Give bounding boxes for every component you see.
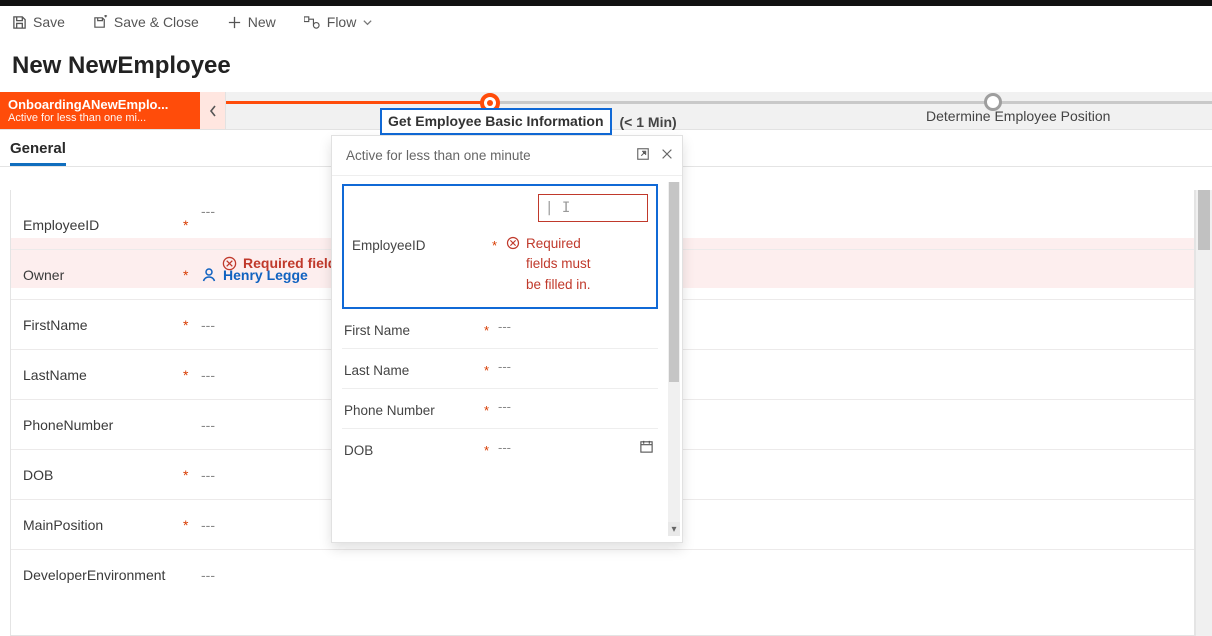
field-label: MainPosition [23,517,183,533]
flyout-body: | I EmployeeID * Required fields must be… [332,176,682,542]
flyout-header: Active for less than one minute [332,136,682,176]
field-label: DOB [23,467,183,483]
bpf-process-header[interactable]: OnboardingANewEmplo... Active for less t… [0,92,200,129]
error-icon [506,236,520,250]
new-button[interactable]: New [227,14,276,30]
owner-name: Henry Legge [223,267,308,283]
required-marker: * [484,319,498,338]
field-label: EmployeeID [23,217,183,233]
fly-dob[interactable]: DOB * --- [342,429,658,468]
flow-button[interactable]: Flow [304,14,374,30]
field-label: Owner [23,267,183,283]
bpf-stage-2[interactable]: Determine Employee Position [926,108,1110,124]
required-marker: * [183,467,201,483]
save-button[interactable]: Save [12,14,65,30]
field-label: Last Name [344,359,484,378]
field-label: LastName [23,367,183,383]
required-marker: * [484,439,498,458]
bpf-collapse-button[interactable] [200,92,226,129]
save-label: Save [33,14,65,30]
required-marker: * [492,234,506,253]
save-close-icon [93,15,108,30]
required-marker: * [183,517,201,533]
validation-error: Required fields must be filled in. [506,234,591,295]
flyout-highlighted-field: | I EmployeeID * Required fields must be… [342,184,658,309]
field-label: DeveloperEnvironment [23,567,183,584]
required-marker: * [484,359,498,378]
fly-first-name[interactable]: First Name * --- [342,309,658,349]
bpf-progress-line [226,101,1212,104]
field-label: FirstName [23,317,183,333]
bpf-process-name: OnboardingANewEmplo... [8,97,192,112]
field-label: First Name [344,319,484,338]
stage-flyout: Active for less than one minute | I Empl… [331,135,683,543]
required-marker: * [183,367,201,383]
page-title: New NewEmployee [0,40,1212,92]
plus-icon [227,15,242,30]
field-value[interactable]: --- [498,399,654,414]
bpf-bar: OnboardingANewEmplo... Active for less t… [0,92,1212,130]
required-marker: * [484,399,498,418]
close-icon [660,147,674,161]
field-label: DOB [344,439,484,458]
calendar-button[interactable] [639,439,654,457]
field-value[interactable]: --- [498,319,654,334]
field-dev-env[interactable]: DeveloperEnvironment --- [11,550,1194,600]
bpf-stage-1-time: (< 1 Min) [620,114,677,130]
calendar-icon [639,439,654,454]
field-label: Phone Number [344,399,484,418]
save-icon [12,15,27,30]
bpf-process-sub: Active for less than one mi... [8,112,192,124]
scrollbar-thumb[interactable] [1198,190,1210,250]
new-label: New [248,14,276,30]
field-value[interactable]: --- [498,439,654,457]
dock-button[interactable] [636,147,650,164]
flyout-scrollbar[interactable]: ▾ [668,182,680,536]
close-button[interactable] [660,147,674,164]
field-value[interactable]: --- [498,359,654,374]
save-close-label: Save & Close [114,14,199,30]
scroll-down-button[interactable]: ▾ [668,522,680,536]
fly-last-name[interactable]: Last Name * --- [342,349,658,389]
chevron-down-icon [362,17,373,28]
flow-label: Flow [327,14,357,30]
bpf-stage-1-name: Get Employee Basic Information [380,108,612,135]
command-bar: Save Save & Close New Flow [0,6,1212,40]
chevron-left-icon [208,104,218,118]
bpf-stage-1[interactable]: Get Employee Basic Information (< 1 Min) [380,108,677,135]
flow-icon [304,15,321,30]
scrollbar-thumb[interactable] [669,182,679,382]
dock-icon [636,147,650,161]
employee-id-input[interactable]: | I [538,194,648,222]
field-label: PhoneNumber [23,417,183,433]
text-cursor: | I [545,200,570,216]
fly-employee-id-label: EmployeeID [352,234,492,253]
flyout-header-text: Active for less than one minute [346,148,531,163]
required-marker: * [183,317,201,333]
save-close-button[interactable]: Save & Close [93,14,199,30]
required-marker: * [183,267,201,283]
tab-general[interactable]: General [10,140,66,166]
fly-phone[interactable]: Phone Number * --- [342,389,658,429]
person-icon [201,267,217,283]
main-scrollbar[interactable] [1195,190,1212,636]
required-marker: * [183,217,201,233]
field-value[interactable]: --- [201,567,1182,583]
